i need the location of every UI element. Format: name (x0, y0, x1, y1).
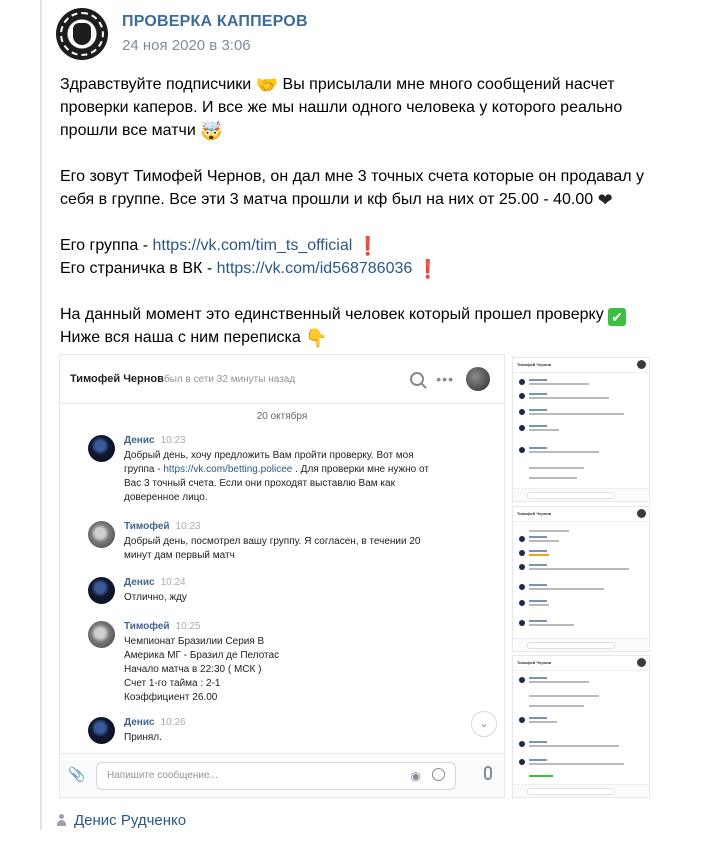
black-heart-icon: ❤ (597, 190, 613, 210)
details-text: Его зовут Тимофей Чернов, он дал мне 3 т… (60, 168, 644, 208)
chat-screenshot-thumbnail-1[interactable]: Тимофей Чернов (512, 357, 650, 502)
chevron-down-icon: ⌄ (471, 711, 497, 737)
result-text: На данный момент это единственный челове… (60, 306, 604, 323)
chat-status: был в сети 32 минуты назад (164, 374, 296, 385)
microphone-icon (484, 766, 492, 780)
shocked-face-icon: 🤯 (200, 121, 223, 141)
point-down-icon: 👇 (305, 328, 328, 348)
message-author: Денис (124, 435, 155, 446)
group-link-label: Его группа - (60, 237, 153, 254)
avatar (88, 521, 115, 548)
message-link: https://vk.com/betting.policee (163, 464, 293, 475)
thumbnail-contact-name: Тимофей Чернов (517, 660, 552, 665)
user-icon (56, 814, 66, 826)
paragraph-details: Его зовут Тимофей Чернов, он дал мне 3 т… (60, 165, 670, 211)
post-date[interactable]: 24 ноя 2020 в 3:06 (122, 37, 251, 54)
message-text: Принял. (124, 732, 162, 743)
paragraph-result: На данный момент это единственный челове… (60, 303, 670, 349)
chat-header-icons: ••• (410, 365, 490, 393)
message-composer: 📎 Напишите сообщение... ◉ (60, 753, 504, 797)
group-link[interactable]: https://vk.com/tim_ts_official (153, 237, 353, 254)
avatar (637, 360, 646, 369)
avatar (88, 577, 115, 604)
greeting-text: Здравствуйте подписчики (60, 76, 252, 93)
chat-screenshot-thumbnail-2[interactable]: Тимофей Чернов (512, 506, 650, 652)
message-time: 10:23 (160, 435, 186, 446)
more-icon: ••• (436, 371, 454, 387)
hand-logo-icon (73, 23, 91, 45)
message-time: 10:25 (175, 621, 201, 632)
thumbnail-contact-name: Тимофей Чернов (517, 362, 552, 367)
message-author: Тимофей (124, 621, 170, 632)
avatar (88, 435, 115, 462)
avatar (637, 658, 646, 667)
avatar (88, 717, 115, 744)
page-link-label: Его страничка в ВК - (60, 260, 217, 277)
message-text: Добрый день, посмотрел вашу группу. Я со… (124, 536, 421, 561)
smile-icon (432, 768, 445, 781)
message-text: Чемпионат Бразилии Серия B Америка МГ - … (124, 636, 280, 703)
attach-icon: 📎 (68, 766, 86, 782)
group-name-link[interactable]: ПРОВЕРКА КАППЕРОВ (122, 13, 308, 31)
message-text: Добрый день, хочу предложить Вам пройти … (124, 450, 429, 503)
profile-link[interactable]: https://vk.com/id568786036 (217, 260, 413, 277)
message-input-placeholder: Напишите сообщение... (107, 770, 218, 781)
post-text: Здравствуйте подписчики 🤝 Вы присылали м… (60, 73, 670, 349)
chat-header: Тимофей Чернов был в сети 32 минуты наза… (60, 355, 504, 404)
camera-icon: ◉ (410, 769, 421, 783)
avatar (88, 621, 115, 648)
paragraph-intro: Здравствуйте подписчики 🤝 Вы присылали м… (60, 73, 670, 142)
chat-screenshot-thumbnail-3[interactable]: Тимофей Чернов (512, 655, 650, 798)
chat-contact-name: Тимофей Чернов (70, 373, 164, 385)
search-icon (410, 372, 425, 386)
date-separator: 20 октября (256, 411, 308, 422)
message-input: Напишите сообщение... ◉ (96, 762, 456, 790)
avatar (637, 509, 646, 518)
repost-quote-bar (40, 0, 42, 830)
message-text: Отлично, жду (124, 592, 187, 603)
chat-screenshot-main[interactable]: Тимофей Чернов был в сети 32 минуты наза… (59, 354, 505, 798)
handshake-icon: 🤝 (255, 75, 279, 95)
exclamation-icon: ❗ (356, 236, 380, 256)
check-mark-icon: ✔ (608, 308, 627, 326)
message-time: 10:26 (160, 717, 186, 728)
paragraph-links: Его группа - https://vk.com/tim_ts_offic… (60, 234, 670, 280)
message-author: Денис (124, 577, 155, 588)
author-name[interactable]: Денис Рудченко (74, 812, 186, 829)
message-author: Тимофей (124, 521, 170, 532)
group-avatar[interactable] (56, 8, 108, 60)
exclamation-icon: ❗ (416, 259, 440, 279)
message-author: Денис (124, 717, 155, 728)
below-text: Ниже вся наша с ним переписка (60, 329, 301, 346)
contact-avatar (466, 367, 490, 391)
message-time: 10:23 (175, 521, 201, 532)
message-time: 10:24 (160, 577, 186, 588)
thumbnail-contact-name: Тимофей Чернов (517, 511, 552, 516)
post-author[interactable]: Денис Рудченко (56, 812, 186, 829)
